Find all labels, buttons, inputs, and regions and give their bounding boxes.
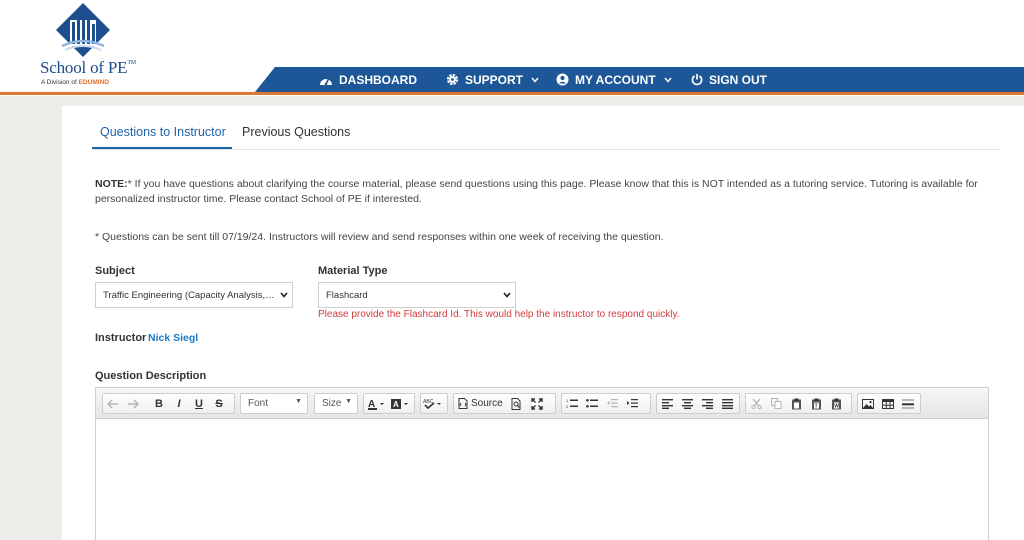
- nav-my-account[interactable]: MY ACCOUNT: [556, 67, 672, 92]
- font-combo-label: Font: [248, 398, 269, 409]
- font-combo[interactable]: Font ▼: [240, 393, 308, 414]
- active-tab-underline: [92, 147, 232, 149]
- deadline-text: * Questions can be sent till 07/19/24. I…: [95, 231, 664, 243]
- chevron-down-icon: [499, 292, 515, 298]
- power-icon: [691, 74, 703, 86]
- dashboard-gauge-icon: [320, 77, 332, 85]
- underline-button[interactable]: U: [189, 394, 209, 413]
- instructor-label: Instructor: [95, 332, 147, 344]
- italic-button[interactable]: I: [169, 394, 189, 413]
- header-accent-line: [0, 92, 1024, 95]
- nav-sign-out[interactable]: SIGN OUT: [691, 67, 767, 92]
- paste-as-text-icon[interactable]: T: [806, 394, 826, 413]
- maximize-icon[interactable]: [527, 394, 547, 413]
- chevron-down-icon: ▼: [295, 398, 302, 405]
- redo-icon[interactable]: [123, 394, 143, 413]
- paste-from-word-icon[interactable]: W: [826, 394, 846, 413]
- table-icon[interactable]: [878, 394, 898, 413]
- align-center-icon[interactable]: [677, 394, 697, 413]
- nav-support-label: SUPPORT: [465, 72, 524, 87]
- logo-division: A Division of EDUMIND: [41, 79, 109, 86]
- toolbar-group-basic: B I U S: [102, 393, 235, 414]
- chevron-down-icon: [531, 77, 539, 83]
- svg-text:2: 2: [566, 404, 569, 409]
- nav-dashboard[interactable]: DASHBOARD: [319, 67, 417, 92]
- decrease-indent-icon[interactable]: [602, 394, 622, 413]
- align-right-icon[interactable]: [697, 394, 717, 413]
- numbered-list-icon[interactable]: 12: [562, 394, 582, 413]
- svg-text:W: W: [834, 403, 839, 409]
- undo-icon[interactable]: [103, 394, 123, 413]
- flashcard-id-error: Please provide the Flashcard Id. This wo…: [318, 309, 680, 320]
- content-panel: Questions to Instructor Previous Questio…: [62, 106, 1024, 540]
- cut-icon[interactable]: [746, 394, 766, 413]
- nav-sign-out-label: SIGN OUT: [709, 72, 768, 87]
- logo-wordmark: School of PETM: [40, 58, 136, 77]
- source-button[interactable]: Source: [454, 394, 507, 413]
- toolbar-group-color: A A: [363, 393, 415, 414]
- toolbar-group-spell: ABC: [420, 393, 448, 414]
- tab-bar: Questions to Instructor Previous Questio…: [92, 106, 1000, 150]
- material-type-value: Flashcard: [326, 289, 368, 301]
- subject-select[interactable]: Traffic Engineering (Capacity Analysis, …: [95, 282, 293, 308]
- main-nav: DASHBOARD SUPPORT MY ACCOUNT SIGN OUT: [255, 67, 1024, 92]
- chevron-down-icon: [664, 77, 672, 83]
- preview-icon[interactable]: [507, 394, 527, 413]
- size-combo-label: Size: [322, 398, 342, 409]
- question-description-editor-area[interactable]: [96, 420, 988, 540]
- instructor-name-link[interactable]: Nick Siegl: [148, 332, 198, 344]
- tab-questions-to-instructor[interactable]: Questions to Instructor: [100, 125, 226, 139]
- size-combo[interactable]: Size ▼: [314, 393, 358, 414]
- align-left-icon[interactable]: [657, 394, 677, 413]
- toolbar-group-clipboard: T W: [745, 393, 852, 414]
- building-logo-icon: [56, 3, 110, 57]
- material-type-label: Material Type: [318, 265, 388, 277]
- svg-text:A: A: [393, 400, 399, 409]
- copy-icon[interactable]: [766, 394, 786, 413]
- chevron-down-icon: ▼: [345, 398, 352, 405]
- bulleted-list-icon[interactable]: [582, 394, 602, 413]
- background-color-icon[interactable]: A: [388, 394, 412, 413]
- image-icon[interactable]: [858, 394, 878, 413]
- bold-button[interactable]: B: [149, 394, 169, 413]
- material-type-select[interactable]: Flashcard: [318, 282, 516, 308]
- rich-text-editor: B I U S Font ▼ Size ▼ A A ABC Source 1 2…: [95, 387, 989, 540]
- horizontal-line-icon[interactable]: [898, 394, 918, 413]
- note-label: NOTE:: [95, 178, 128, 190]
- svg-text:1: 1: [566, 398, 569, 403]
- nav-support[interactable]: SUPPORT: [446, 67, 539, 92]
- subject-select-value: Traffic Engineering (Capacity Analysis, …: [103, 289, 276, 301]
- text-color-icon[interactable]: A: [364, 394, 388, 413]
- source-button-label: Source: [471, 398, 503, 409]
- school-of-pe-logo[interactable]: School of PETM A Division of EDUMIND: [40, 2, 140, 88]
- strikethrough-button[interactable]: S: [209, 394, 229, 413]
- toolbar-group-align: [656, 393, 740, 414]
- editor-toolbar: B I U S Font ▼ Size ▼ A A ABC Source 1 2…: [96, 388, 988, 419]
- chevron-down-icon: [276, 292, 292, 298]
- user-circle-icon: [556, 73, 569, 86]
- justify-icon[interactable]: [717, 394, 737, 413]
- spellcheck-icon[interactable]: ABC: [421, 394, 445, 413]
- site-header: School of PETM A Division of EDUMIND DAS…: [0, 0, 1024, 96]
- gear-icon: [446, 73, 459, 86]
- subject-label: Subject: [95, 265, 135, 277]
- toolbar-group-insert: [857, 393, 921, 414]
- note-paragraph: NOTE:* If you have questions about clari…: [95, 177, 995, 207]
- toolbar-group-lists: 12: [561, 393, 651, 414]
- paste-icon[interactable]: [786, 394, 806, 413]
- nav-dashboard-label: DASHBOARD: [339, 72, 417, 87]
- nav-my-account-label: MY ACCOUNT: [575, 72, 656, 87]
- question-description-label: Question Description: [95, 370, 207, 382]
- tab-previous-questions[interactable]: Previous Questions: [242, 125, 350, 139]
- svg-text:T: T: [814, 403, 817, 409]
- source-icon: [458, 398, 468, 409]
- increase-indent-icon[interactable]: [622, 394, 642, 413]
- note-text: * If you have questions about clarifying…: [95, 178, 978, 205]
- toolbar-group-document: Source: [453, 393, 556, 414]
